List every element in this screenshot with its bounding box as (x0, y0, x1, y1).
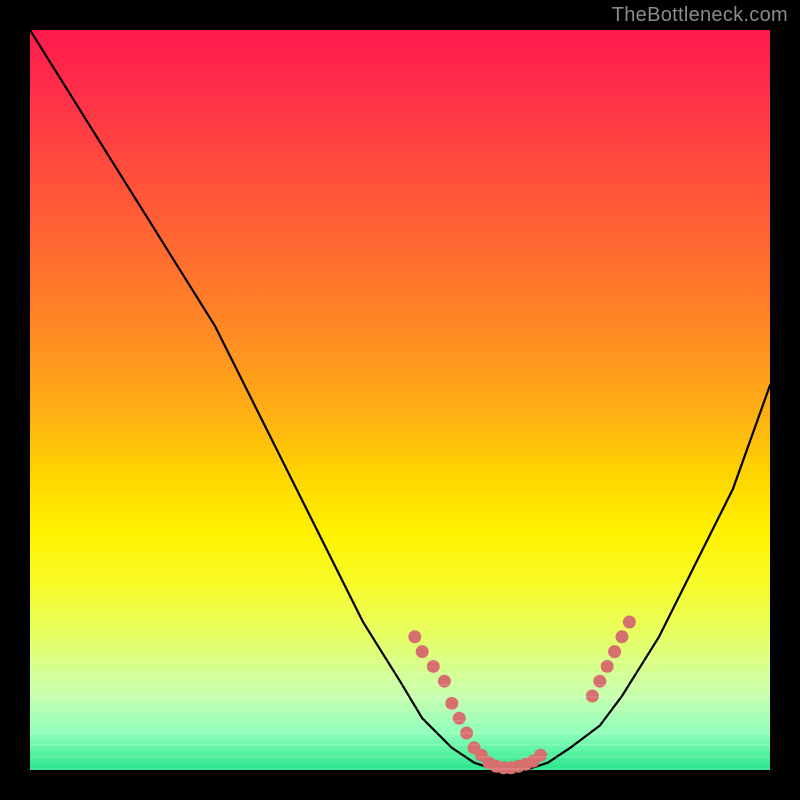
marker-dot (445, 697, 458, 710)
marker-dot (438, 675, 451, 688)
marker-dot (534, 749, 547, 762)
bottleneck-curve-path (30, 30, 770, 770)
watermark-text: TheBottleneck.com (612, 4, 788, 27)
marker-dot (408, 630, 421, 643)
plot-area (30, 30, 770, 770)
curve-svg (30, 30, 770, 770)
marker-dot (616, 630, 629, 643)
marker-layer (408, 616, 636, 775)
marker-dot (416, 645, 429, 658)
marker-dot (593, 675, 606, 688)
chart-frame: TheBottleneck.com (0, 0, 800, 800)
marker-dot (586, 690, 599, 703)
marker-dot (601, 660, 614, 673)
marker-dot (460, 727, 473, 740)
marker-dot (608, 645, 621, 658)
marker-dot (453, 712, 466, 725)
marker-dot (427, 660, 440, 673)
marker-dot (623, 616, 636, 629)
